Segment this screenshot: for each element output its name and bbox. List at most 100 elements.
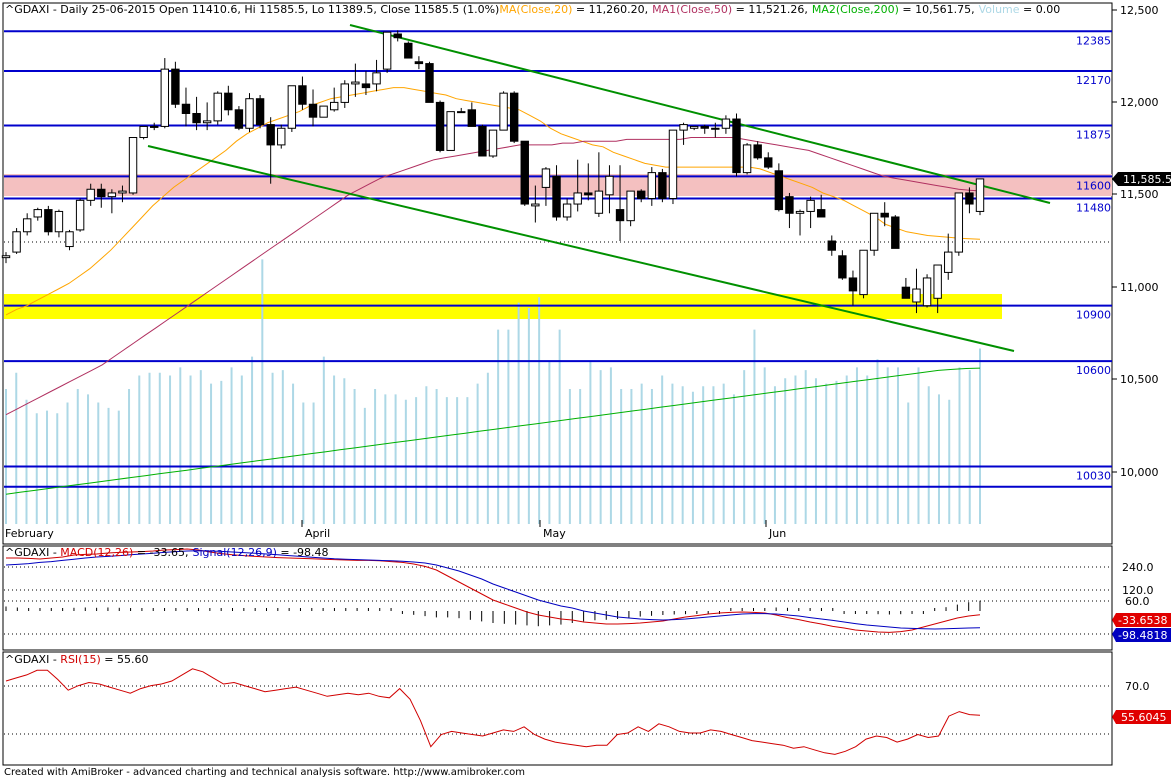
- candle-down: [234, 109, 244, 129]
- candle-up: [795, 210, 805, 214]
- rsi-badge-text: 55.6045: [1121, 711, 1167, 724]
- candle-down: [414, 61, 424, 65]
- volume-value: = 0.00: [1020, 3, 1061, 16]
- candle-up: [287, 85, 297, 129]
- candle-up: [922, 277, 932, 307]
- candle-up: [912, 288, 921, 303]
- rsi-header: ^GDAXI - RSI(15) = 55.60: [5, 653, 148, 666]
- candle-down: [552, 175, 561, 218]
- candle-up: [721, 118, 731, 129]
- candle-up: [33, 209, 42, 218]
- ma20-value: = 11,260.20,: [572, 3, 648, 16]
- candle-up: [499, 92, 508, 131]
- candle-down: [816, 209, 826, 218]
- candle-up: [86, 188, 95, 201]
- candle-up: [54, 210, 64, 233]
- candle-up: [160, 68, 170, 127]
- candle-up: [573, 192, 582, 205]
- rsi-label: RSI(15): [60, 653, 100, 666]
- month-label-april: April: [305, 527, 330, 540]
- candle-up: [679, 124, 688, 131]
- signal-label: Signal(12,26,9): [193, 546, 277, 559]
- chart-canvas: 12385 12170 11875 11600 11480 10900 10600 10030…: [0, 0, 1171, 781]
- candle-down: [901, 286, 911, 299]
- candle-up: [647, 172, 657, 199]
- month-label-jun: Jun: [768, 527, 786, 540]
- y-tick-10000: 10,000: [1120, 466, 1159, 479]
- month-label-may: May: [543, 527, 566, 540]
- macd-symbol: ^GDAXI -: [5, 546, 60, 559]
- rsi-symbol: ^GDAXI -: [5, 653, 60, 666]
- candle-down: [435, 101, 445, 151]
- macd-y-tick-240: 240.0: [1122, 561, 1154, 574]
- candle-up: [711, 127, 720, 130]
- candle-down: [764, 157, 773, 168]
- candle-up: [869, 212, 879, 251]
- candle-down: [827, 240, 836, 251]
- ma200-label: MA2(Close,200): [812, 3, 899, 16]
- candle-up: [626, 190, 635, 222]
- candle-up: [319, 105, 328, 118]
- macd-y-tick-60: 60.0: [1125, 595, 1150, 608]
- candle-up: [128, 137, 138, 194]
- candle-up: [594, 190, 604, 214]
- candle-up: [22, 218, 32, 233]
- candle-down: [880, 212, 889, 218]
- y-tick-11000: 11,000: [1120, 281, 1159, 294]
- level-label: 10600: [1076, 364, 1111, 377]
- candle-down: [308, 103, 318, 118]
- candle-down: [44, 209, 53, 233]
- macd-badge-text: -33.6538: [1118, 614, 1167, 627]
- candle-down: [393, 33, 402, 39]
- candle-up: [954, 192, 964, 253]
- candle-down: [224, 92, 233, 111]
- macd-label: MACD(12,26): [60, 546, 133, 559]
- price-header-main: ^GDAXI - Daily 25-06-2015 Open 11410.6, …: [5, 3, 499, 16]
- candle-down: [171, 68, 180, 105]
- candle-down: [774, 170, 784, 211]
- candle-down: [658, 172, 667, 199]
- candle-up: [689, 125, 699, 129]
- level-label: 11600: [1076, 179, 1111, 192]
- candle-down: [478, 125, 487, 157]
- candle-down: [255, 98, 265, 126]
- candle-down: [785, 196, 794, 214]
- y-tick-12500: 12,500: [1120, 4, 1159, 17]
- candle-up: [446, 111, 455, 151]
- macd-value: = -33.65,: [133, 546, 188, 559]
- y-tick-11500: 11,500: [1120, 188, 1159, 201]
- candle-up: [488, 129, 498, 157]
- candle-up: [382, 31, 392, 70]
- candle-up: [944, 251, 953, 273]
- candle-up: [65, 231, 74, 248]
- footer-credit: Created with AmiBroker - advanced charti…: [4, 767, 526, 778]
- candle-down: [732, 118, 741, 174]
- candle-down: [181, 103, 191, 114]
- candle-up: [150, 125, 159, 128]
- candle-up: [806, 199, 815, 212]
- candle-up: [75, 199, 85, 231]
- candle-down: [97, 188, 106, 198]
- candle-up: [1, 255, 11, 259]
- candle-down: [584, 192, 593, 196]
- candle-down: [467, 109, 477, 127]
- ma50-value: = 11,521.26,: [732, 3, 808, 16]
- ma50-label: MA1(Close,50): [652, 3, 732, 16]
- candle-up: [975, 178, 985, 212]
- candle-up: [118, 190, 127, 194]
- candle-down: [838, 255, 847, 279]
- candle-up: [457, 111, 466, 114]
- signal-value: = -98.48: [277, 546, 329, 559]
- candle-up: [531, 203, 540, 207]
- y-tick-12000: 12,000: [1120, 96, 1159, 109]
- candle-down: [637, 190, 646, 199]
- volume-label: Volume: [979, 3, 1020, 16]
- candle-up: [668, 129, 678, 199]
- level-label: 10030: [1076, 469, 1111, 482]
- level-label: 11480: [1076, 201, 1111, 214]
- candle-down: [425, 63, 434, 103]
- candle-down: [965, 192, 974, 205]
- candle-up: [541, 168, 551, 188]
- candle-down: [192, 112, 201, 124]
- candle-down: [266, 124, 275, 146]
